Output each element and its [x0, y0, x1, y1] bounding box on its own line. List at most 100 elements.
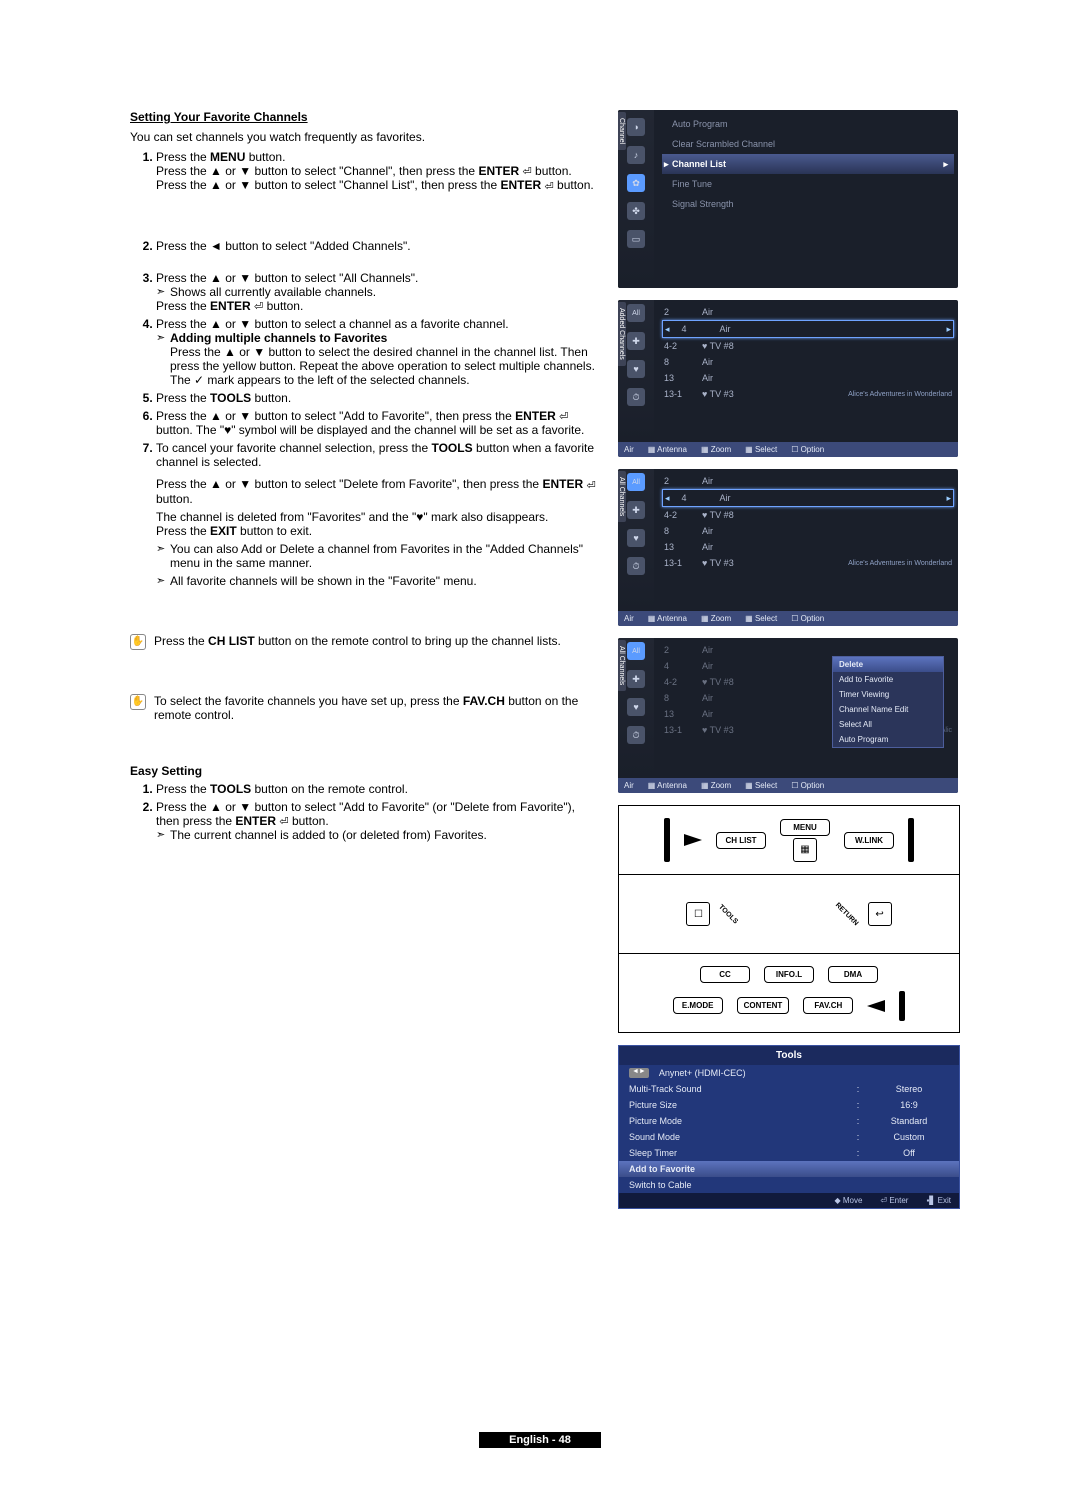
- remote-infol-button[interactable]: INFO.L: [764, 966, 814, 983]
- tools-row[interactable]: Sound Mode:Custom: [619, 1129, 959, 1145]
- added-filter-icon[interactable]: ✚: [627, 670, 645, 688]
- easy-setting-title: Easy Setting: [130, 764, 600, 778]
- sound-icon: ♪: [627, 146, 645, 164]
- arrow-right-icon: [684, 834, 702, 846]
- fav-filter-icon[interactable]: ♥: [627, 529, 645, 547]
- ctx-add-favorite[interactable]: Add to Favorite: [833, 672, 943, 687]
- table-row[interactable]: 13-1♥ TV #3Alice's Adventures in Wonderl…: [662, 555, 954, 571]
- note-chlist: ✋ Press the CH LIST button on the remote…: [130, 634, 600, 648]
- remote-wlink-button[interactable]: W.LINK: [844, 832, 894, 849]
- table-row[interactable]: 8Air: [662, 523, 954, 539]
- added-filter-icon[interactable]: ✚: [627, 501, 645, 519]
- timer-filter-icon[interactable]: ⏱: [627, 388, 645, 406]
- tools-add-favorite[interactable]: Add to Favorite: [619, 1161, 959, 1177]
- tools-row[interactable]: Picture Mode:Standard: [619, 1113, 959, 1129]
- channel-list: 2Air ◂4Air▸ 4-2♥ TV #8 8Air 13Air 13-1♥ …: [654, 300, 958, 442]
- remote-illustration-bottom: CC INFO.L DMA E.MODE CONTENT FAV.CH: [618, 953, 960, 1033]
- tools-row[interactable]: Multi-Track Sound:Stereo: [619, 1081, 959, 1097]
- ctx-auto-program[interactable]: Auto Program: [833, 732, 943, 747]
- osd-footer: Air▦ Antenna▦ Zoom▦ Select☐ Option: [618, 442, 958, 457]
- table-row[interactable]: 13-1♥ TV #3Alice's Adventures in Wonderl…: [662, 386, 954, 402]
- step-6: Press the ▲ or ▼ button to select "Add t…: [156, 409, 600, 437]
- osd-side-label-added: Added Channels: [618, 302, 626, 366]
- tools-row[interactable]: Sleep Timer:Off: [619, 1145, 959, 1161]
- menu-item-finetune[interactable]: Fine Tune: [662, 174, 954, 194]
- table-row[interactable]: 4-2♥ TV #8: [662, 507, 954, 523]
- step-3-sub: Shows all currently available channels.: [156, 285, 600, 299]
- remote-emode-button[interactable]: E.MODE: [673, 997, 723, 1014]
- remote-cc-button[interactable]: CC: [700, 966, 750, 983]
- table-row[interactable]: 13Air: [662, 539, 954, 555]
- remote-chlist-button[interactable]: CH LIST: [716, 832, 766, 849]
- remote-menu-button[interactable]: MENU: [780, 819, 830, 836]
- table-row[interactable]: ◂4Air▸: [662, 320, 954, 338]
- remote-content-button[interactable]: CONTENT: [737, 997, 790, 1014]
- remote-illustration-top: CH LIST MENU ▦ W.LINK: [618, 805, 960, 875]
- remote-body-left: [664, 818, 670, 862]
- osd-footer: Air▦ Antenna▦ Zoom▦ Select☐ Option: [618, 778, 958, 793]
- tools-row[interactable]: Picture Size:16:9: [619, 1097, 959, 1113]
- tools-label: TOOLS: [717, 903, 739, 925]
- timer-filter-icon[interactable]: ⏱: [627, 726, 645, 744]
- table-row[interactable]: 2Air: [662, 304, 954, 320]
- page-number: English - 48: [0, 1432, 1080, 1446]
- step-7: To cancel your favorite channel selectio…: [156, 441, 600, 537]
- step-4: Press the ▲ or ▼ button to select a chan…: [156, 317, 600, 387]
- table-row[interactable]: 8Air: [662, 354, 954, 370]
- step-3: Press the ▲ or ▼ button to select "All C…: [156, 271, 600, 313]
- table-row[interactable]: 2Air: [662, 473, 954, 489]
- remote-dma-button[interactable]: DMA: [828, 966, 878, 983]
- context-menu: Delete Add to Favorite Timer Viewing Cha…: [832, 656, 944, 748]
- added-filter-icon[interactable]: ✚: [627, 332, 645, 350]
- table-row[interactable]: 4-2♥ TV #8: [662, 338, 954, 354]
- table-row[interactable]: 13Air: [662, 370, 954, 386]
- easy-step-2: Press the ▲ or ▼ button to select "Add t…: [156, 800, 600, 842]
- instruction-text: Setting Your Favorite Channels You can s…: [130, 110, 600, 1217]
- section-title: Setting Your Favorite Channels: [130, 110, 600, 124]
- grid-icon: ▦: [793, 838, 817, 862]
- menu-item-clearscrambled[interactable]: Clear Scrambled Channel: [662, 134, 954, 154]
- setup-icon: ✤: [627, 202, 645, 220]
- fav-filter-icon[interactable]: ♥: [627, 698, 645, 716]
- return-icon: ↩: [868, 902, 892, 926]
- remote-favch-button[interactable]: FAV.CH: [803, 997, 853, 1014]
- ctx-select-all[interactable]: Select All: [833, 717, 943, 732]
- menu-item-channellist[interactable]: Channel List: [662, 154, 954, 174]
- timer-filter-icon[interactable]: ⏱: [627, 557, 645, 575]
- osd-channel-menu: Channel ◑ ♪ ✿ ✤ ▭ Auto Program Clear Scr…: [618, 110, 958, 288]
- fav-filter-icon[interactable]: ♥: [627, 360, 645, 378]
- steps-list: Press the MENU button. Press the ▲ or ▼ …: [130, 150, 600, 193]
- osd-added-channels: Added Channels All ✚ ♥ ⏱ 2Air ◂4Air▸ 4-2…: [618, 300, 958, 457]
- step-2: Press the ◄ button to select "Added Chan…: [156, 239, 600, 253]
- ctx-delete[interactable]: Delete: [833, 657, 943, 672]
- post-sub-2: All favorite channels will be shown in t…: [156, 574, 600, 588]
- ctx-timer-viewing[interactable]: Timer Viewing: [833, 687, 943, 702]
- osd-screenshots: Channel ◑ ♪ ✿ ✤ ▭ Auto Program Clear Scr…: [618, 110, 960, 1217]
- table-row[interactable]: ◂4Air▸: [662, 489, 954, 507]
- step-5: Press the TOOLS button.: [156, 391, 600, 405]
- all-filter-icon[interactable]: All: [627, 642, 645, 660]
- all-filter-icon[interactable]: All: [627, 304, 645, 322]
- post-sub-1: You can also Add or Delete a channel fro…: [156, 542, 600, 570]
- osd-all-channels-tools: All Channels All ✚ ♥ ⏱ 2Air 4Air 4-2♥ TV…: [618, 638, 958, 793]
- tools-icon: ☐: [686, 902, 710, 926]
- tools-anynet[interactable]: ◄►Anynet+ (HDMI-CEC): [619, 1065, 959, 1081]
- all-filter-icon[interactable]: All: [627, 473, 645, 491]
- picture-icon: ◑: [627, 118, 645, 136]
- input-icon: ▭: [627, 230, 645, 248]
- ctx-channel-name-edit[interactable]: Channel Name Edit: [833, 702, 943, 717]
- menu-item-autoprogram[interactable]: Auto Program: [662, 114, 954, 134]
- osd-footer: Air▦ Antenna▦ Zoom▦ Select☐ Option: [618, 611, 958, 626]
- menu-item-signalstrength[interactable]: Signal Strength: [662, 194, 954, 214]
- tools-footer: ◆ Move ⏎ Enter ▪▋ Exit: [619, 1193, 959, 1208]
- remote-body-right: [908, 818, 914, 862]
- tools-panel-title: Tools: [619, 1046, 959, 1065]
- note-favch: ✋ To select the favorite channels you ha…: [130, 694, 600, 722]
- osd-side-label-all: All Channels: [618, 640, 626, 691]
- step-4-sub: Adding multiple channels to Favorites Pr…: [156, 331, 600, 387]
- tools-switch-cable[interactable]: Switch to Cable: [619, 1177, 959, 1193]
- return-label: RETURN: [834, 901, 860, 927]
- remote-icon: ✋: [130, 634, 146, 650]
- remote-icon: ✋: [130, 694, 146, 710]
- intro-text: You can set channels you watch frequentl…: [130, 130, 600, 144]
